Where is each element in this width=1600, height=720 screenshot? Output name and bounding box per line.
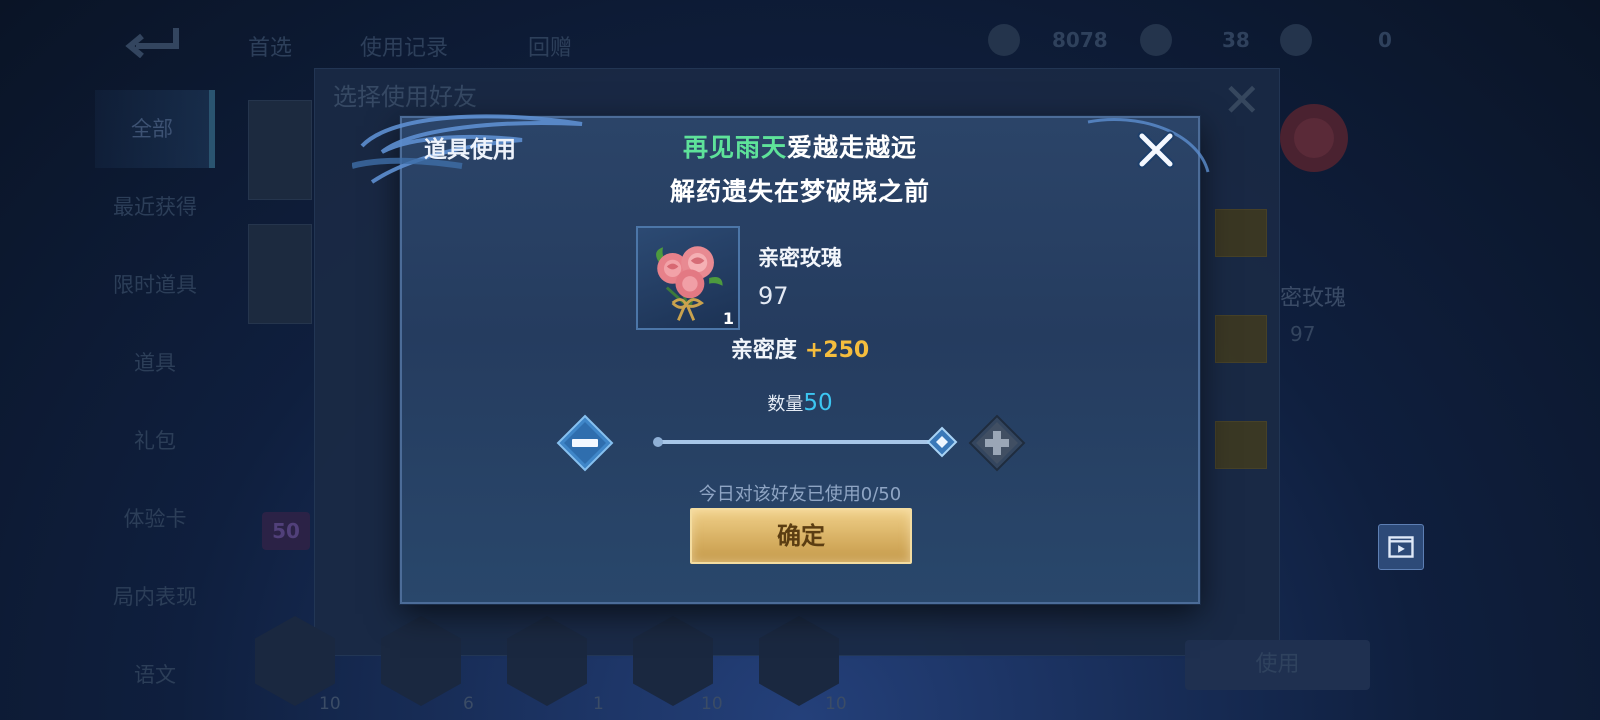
close-button[interactable] xyxy=(1134,128,1178,172)
side-item-limited[interactable]: 限时道具 xyxy=(95,246,215,324)
back-arrow-icon[interactable] xyxy=(124,24,182,59)
plus-icon xyxy=(968,414,1026,472)
hex-item-count: 6 xyxy=(463,694,474,714)
panel-title: 选择使用好友 xyxy=(333,83,477,111)
intimacy-row: 亲密度 +250 xyxy=(402,332,1198,364)
quantity-label: 数量 xyxy=(767,394,804,415)
side-item-recent[interactable]: 最近获得 xyxy=(95,168,215,246)
use-button[interactable]: 使用 xyxy=(1185,640,1370,690)
slider-start-dot xyxy=(653,437,663,447)
side-item-all[interactable]: 全部 xyxy=(95,90,215,168)
hex-item-count: 10 xyxy=(825,694,847,714)
lyric-line-2: 解药遗失在梦破晓之前 xyxy=(669,177,930,206)
side-item-trial[interactable]: 体验卡 xyxy=(95,480,215,558)
close-icon xyxy=(1137,131,1175,169)
diamond-icon xyxy=(1280,24,1312,56)
intimacy-value: +250 xyxy=(804,338,870,363)
quantity-row: 数量50 xyxy=(402,390,1198,416)
top-label-history[interactable]: 使用记录 xyxy=(360,30,448,62)
rose-preview-icon xyxy=(1268,98,1360,208)
voucher-icon xyxy=(1140,24,1172,56)
item-owned-count: 97 xyxy=(758,282,789,310)
diamond-amount: 0 xyxy=(1378,28,1392,52)
preview-item-name: 密玫瑰 xyxy=(1280,286,1347,311)
hex-item-count: 10 xyxy=(319,694,341,714)
confirm-button[interactable]: 确定 xyxy=(690,508,912,564)
increase-button[interactable] xyxy=(968,414,1026,472)
friend-slot[interactable] xyxy=(1215,421,1267,469)
lyric-line-1: 再见雨天爱越走越远 xyxy=(402,128,1198,164)
hex-item-count: 10 xyxy=(701,694,723,714)
quantity-slider[interactable] xyxy=(653,426,958,458)
use-button-label: 使用 xyxy=(1255,652,1300,677)
intimacy-label: 亲密度 xyxy=(730,338,797,363)
side-item-props[interactable]: 道具 xyxy=(95,324,215,402)
item-thumbnail xyxy=(248,224,312,324)
item-slot: 1 xyxy=(636,226,740,330)
preview-item-count: 97 xyxy=(1290,322,1316,346)
quantity-value: 50 xyxy=(803,390,833,416)
item-slot-count: 1 xyxy=(722,309,734,328)
side-item-performance[interactable]: 局内表现 xyxy=(95,558,215,636)
friend-slot[interactable] xyxy=(1215,315,1267,363)
count-badge: 50 xyxy=(262,512,310,550)
item-thumbnail xyxy=(248,100,312,200)
close-icon[interactable]: ✕ xyxy=(1222,77,1261,123)
item-name: 亲密玫瑰 xyxy=(758,246,842,270)
lyric-highlight: 再见雨天 xyxy=(682,133,787,162)
lyric-rest: 爱越走越远 xyxy=(787,133,918,162)
top-label-first[interactable]: 首选 xyxy=(248,30,292,62)
side-item-packs[interactable]: 礼包 xyxy=(95,402,215,480)
hex-item-count: 1 xyxy=(593,694,604,714)
decrease-button[interactable] xyxy=(556,414,614,472)
slider-handle[interactable] xyxy=(926,426,958,458)
side-item-other[interactable]: 语文 xyxy=(95,636,215,714)
voucher-amount: 38 xyxy=(1222,28,1250,52)
top-bar: 首选 使用记录 回赠 8078 38 0 xyxy=(0,18,1600,68)
confirm-button-label: 确定 xyxy=(777,522,825,550)
item-use-dialog: 道具使用 再见雨天爱越走越远 解药遗失在梦破晓之前 1 亲密玫瑰 97 亲密度 xyxy=(352,114,1210,604)
gold-coin-icon xyxy=(988,24,1020,56)
friend-slot[interactable] xyxy=(1215,209,1267,257)
slider-fill xyxy=(656,440,942,444)
gold-amount: 8078 xyxy=(1052,28,1108,52)
daily-usage-text: 今日对该好友已使用0/50 xyxy=(698,484,902,505)
top-label-return[interactable]: 回赠 xyxy=(528,30,572,62)
side-nav: 全部 最近获得 限时道具 道具 礼包 体验卡 局内表现 语文 xyxy=(95,90,215,714)
minus-icon xyxy=(556,414,614,472)
replay-icon[interactable] xyxy=(1378,524,1424,570)
